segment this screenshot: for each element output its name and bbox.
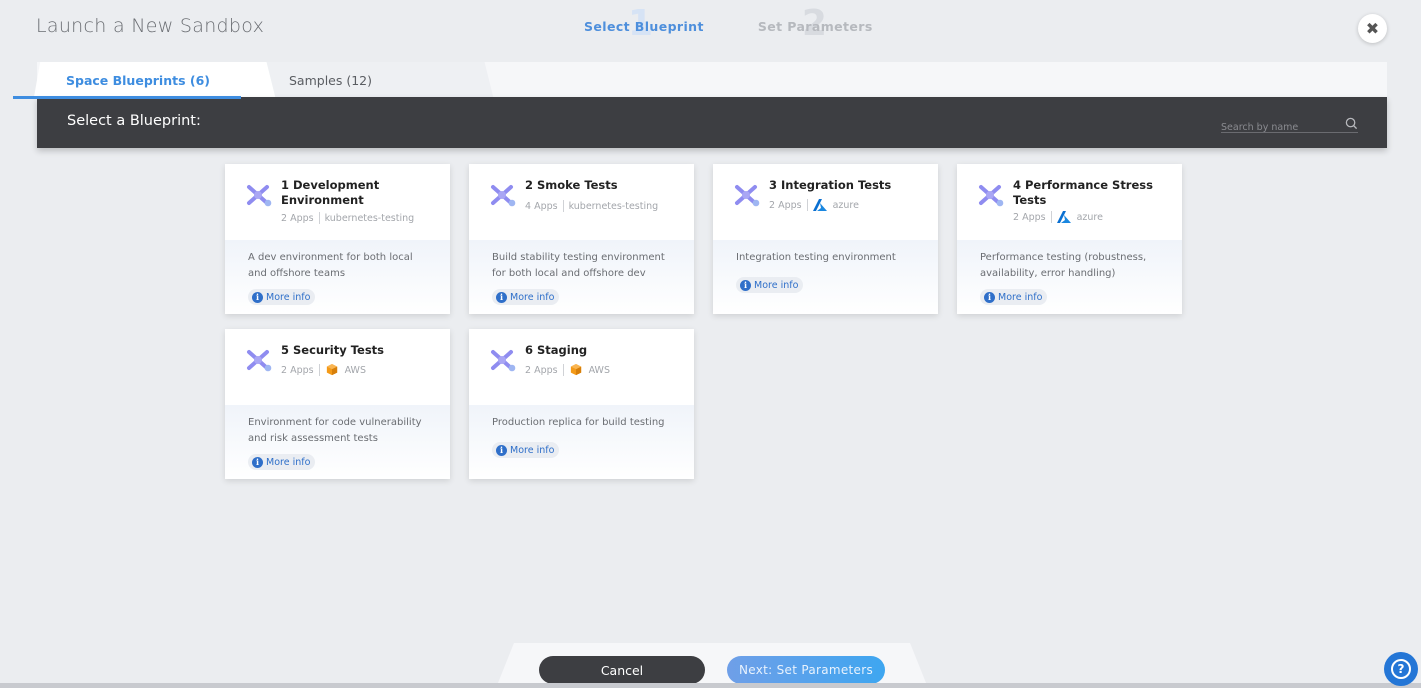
blueprint-description: A dev environment for both local and off… [248,252,413,279]
more-info-label: More info [266,456,311,468]
aws-icon [326,364,337,376]
more-info-label: More info [754,279,799,291]
blueprint-card[interactable]: 4 Performance Stress Tests 2 Apps azure Per… [957,164,1182,314]
next-set-parameters-button[interactable]: Next: Set Parameters [727,656,885,684]
section-heading: Select a Blueprint: [67,113,201,129]
blueprint-description: Integration testing environment [736,252,896,263]
apps-count: 2 Apps [525,364,558,376]
blueprint-card[interactable]: 6 Staging 2 Apps AWS Production replica for… [469,329,694,479]
apps-count: 2 Apps [281,364,314,376]
blueprint-meta: 2 Apps AWS [525,364,610,376]
aws-icon [570,364,581,376]
close-icon: ✖ [1365,19,1380,38]
more-info-button[interactable]: i More info [492,289,560,305]
blueprint-card[interactable]: 2 Smoke Tests 4 Apps kubernetes-testing Bui… [469,164,694,314]
help-icon: ? [1391,659,1411,679]
more-info-label: More info [998,291,1043,303]
step-select-blueprint: 1 Select Blueprint [584,4,704,48]
wizard-steps: 1 Select Blueprint 2 Set Parameters [584,4,873,48]
blueprint-description: Performance testing (robustness, availab… [980,252,1147,279]
more-info-label: More info [510,291,555,303]
search-box [1221,115,1358,136]
tab-label: Samples (12) [289,72,373,88]
blueprint-name: 6 Staging [525,343,588,357]
blueprint-icon [979,185,1004,207]
step-label: Set Parameters [757,19,873,34]
active-tab-indicator [13,96,241,99]
apps-count: 2 Apps [281,212,314,224]
blueprint-name: 4 Performance Stress Tests [1013,178,1153,207]
blueprint-icon [247,185,272,207]
more-info-button[interactable]: i More info [980,289,1048,305]
close-button[interactable]: ✖ [1358,14,1387,43]
provider-name: AWS [344,364,366,376]
blueprint-meta: 4 Apps kubernetes-testing [525,200,658,212]
step-set-parameters: 2 Set Parameters [757,4,873,48]
more-info-button[interactable]: i More info [248,454,316,470]
apps-count: 2 Apps [769,199,802,211]
info-icon: i [496,444,507,456]
page-title: Launch a New Sandbox [36,15,265,37]
provider-name: azure [832,199,859,211]
azure-icon [1056,211,1071,223]
more-info-button[interactable]: i More info [736,277,804,293]
search-icon[interactable] [1345,117,1358,130]
blueprint-name: 3 Integration Tests [769,178,892,192]
info-icon: i [252,456,263,468]
more-info-button[interactable]: i More info [248,289,316,305]
blueprint-name: 1 Development Environment [281,178,380,207]
blueprint-card[interactable]: 5 Security Tests 2 Apps AWS Environment for… [225,329,450,479]
tab-label: Space Blueprints (6) [66,72,211,88]
blueprint-icon [247,350,272,372]
more-info-button[interactable]: i More info [492,442,560,458]
blueprint-name: 5 Security Tests [281,343,385,357]
meta-separator [562,364,564,376]
meta-separator [562,200,564,212]
provider-name: kubernetes-testing [568,200,659,212]
bottom-border [0,683,1421,688]
info-icon: i [984,291,995,303]
blueprint-icon [491,350,516,372]
azure-icon [812,199,827,211]
blueprint-description: Environment for code vulnerability and r… [248,417,422,444]
meta-separator [806,199,808,211]
blueprint-card[interactable]: 3 Integration Tests 2 Apps azure Integratio… [713,164,938,314]
more-info-label: More info [510,444,555,456]
apps-count: 4 Apps [525,200,558,212]
info-icon: i [252,291,263,303]
step-label: Select Blueprint [584,19,704,34]
tab-samples[interactable]: Samples (12) [265,62,483,98]
search-input[interactable] [1221,119,1339,136]
blueprint-description: Build stability testing environment for … [492,252,665,279]
tab-strip: Samples (12) Space Blueprints (6) [37,62,1387,98]
blueprint-icon [491,185,516,207]
blueprint-meta: 2 Apps azure [1013,211,1103,223]
blueprint-meta: 2 Apps kubernetes-testing [281,212,414,224]
blueprint-meta: 2 Apps azure [769,199,859,211]
help-button[interactable]: ? [1384,652,1418,686]
info-icon: i [496,291,507,303]
blueprint-icon [735,185,760,207]
blueprint-card[interactable]: 1 Development Environment 2 Apps kubernete… [225,164,450,314]
provider-name: AWS [588,364,610,376]
apps-count: 2 Apps [1013,211,1046,223]
blueprint-header-bar: Select a Blueprint: [37,97,1387,148]
cancel-button[interactable]: Cancel [539,656,705,684]
more-info-label: More info [266,291,311,303]
provider-name: azure [1076,211,1103,223]
blueprint-description: Production replica for build testing [492,417,665,428]
info-icon: i [740,279,751,291]
blueprint-meta: 2 Apps AWS [281,364,366,376]
meta-separator [318,364,320,376]
provider-name: kubernetes-testing [324,212,415,224]
meta-separator [318,212,320,224]
blueprint-name: 2 Smoke Tests [525,178,618,192]
tab-space-blueprints[interactable]: Space Blueprints (6) [41,62,265,98]
meta-separator [1050,211,1052,223]
